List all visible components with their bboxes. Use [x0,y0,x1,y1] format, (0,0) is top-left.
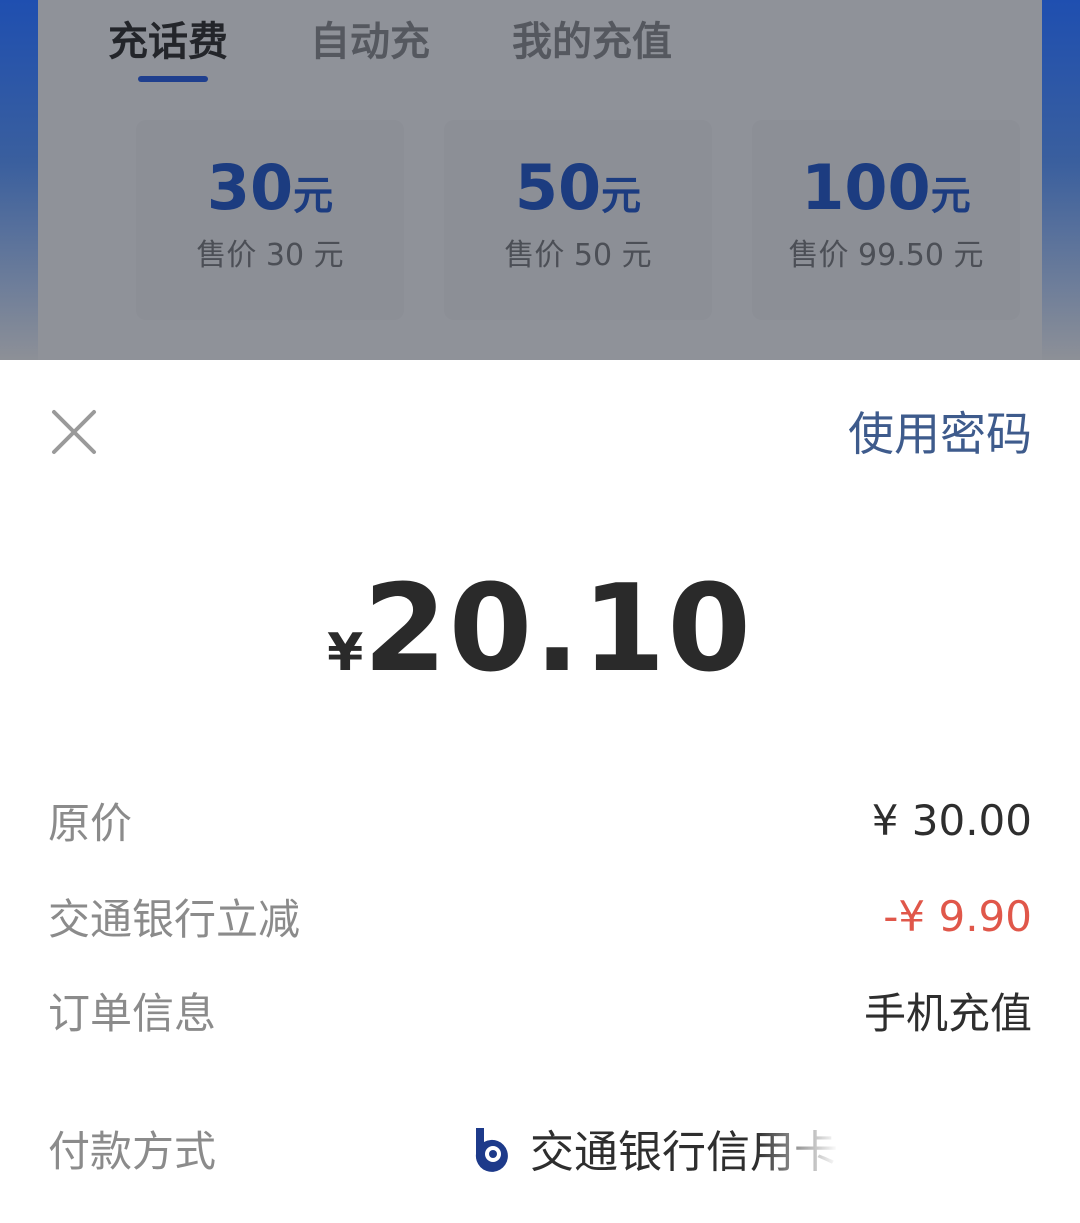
discount-value: -¥ 9.90 [883,891,1032,941]
amount-value: 30 [206,151,294,224]
payment-method-value: 交通银行信用卡 [530,1127,838,1178]
payment-method-selector[interactable]: 交通银行信用卡 [468,1116,838,1180]
payment-sheet: 使用密码 ¥20.10 原价 ¥ 30.00 交通银行立减 -¥ 9.90 订单… [0,360,1080,1223]
discount-label: 交通银行立减 [48,894,301,944]
order-info-row: 订单信息 手机充值 [48,980,1032,1040]
tab-recharge-label: 充话费 [108,19,228,65]
original-price-value: ¥ 30.00 [871,795,1032,845]
discount-row: 交通银行立减 -¥ 9.90 [48,886,1032,946]
tab-bar: 充话费 自动充 我的充值 [108,14,672,82]
amount-option-100[interactable]: 100元 售价 99.50 元 [752,120,1020,320]
amount-unit: 元 [930,173,971,219]
original-price-row: 原价 ¥ 30.00 [48,790,1032,850]
order-info-label: 订单信息 [48,988,217,1038]
tab-recharge[interactable]: 充话费 [108,14,228,82]
close-icon[interactable] [48,406,100,458]
amount-option-50[interactable]: 50元 售价 50 元 [444,120,712,320]
amount-option-30[interactable]: 30元 售价 30 元 [136,120,404,320]
payment-method-row[interactable]: 付款方式 交通银行信用卡 [48,1116,1032,1180]
tab-auto-recharge[interactable]: 自动充 [310,14,430,70]
tab-my-recharge[interactable]: 我的充值 [512,14,672,70]
payment-amount: ¥20.10 [0,560,1080,699]
recharge-panel: 充话费 自动充 我的充值 30元 售价 30 元 50元 售价 50 元 100… [38,0,1042,360]
bank-logo-icon [475,1128,508,1172]
active-tab-indicator [138,76,208,82]
amount-price: 售价 99.50 元 [788,238,984,273]
currency-symbol: ¥ [327,623,364,683]
amount-unit: 元 [601,173,642,219]
amount-unit: 元 [293,173,334,219]
amount-price: 售价 50 元 [504,238,652,273]
payment-method-label: 付款方式 [48,1126,217,1176]
amount-value: 20.10 [363,560,753,699]
use-password-link[interactable]: 使用密码 [848,404,1032,464]
dimmed-background: 充话费 自动充 我的充值 30元 售价 30 元 50元 售价 50 元 100… [0,0,1080,360]
amount-options: 30元 售价 30 元 50元 售价 50 元 100元 售价 99.50 元 [136,120,1020,320]
order-info-value: 手机充值 [863,988,1032,1038]
amount-value: 100 [801,151,931,224]
amount-price: 售价 30 元 [196,238,344,273]
original-price-label: 原价 [48,798,133,848]
tab-auto-recharge-label: 自动充 [310,19,430,65]
amount-value: 50 [514,151,602,224]
tab-my-recharge-label: 我的充值 [512,19,672,65]
